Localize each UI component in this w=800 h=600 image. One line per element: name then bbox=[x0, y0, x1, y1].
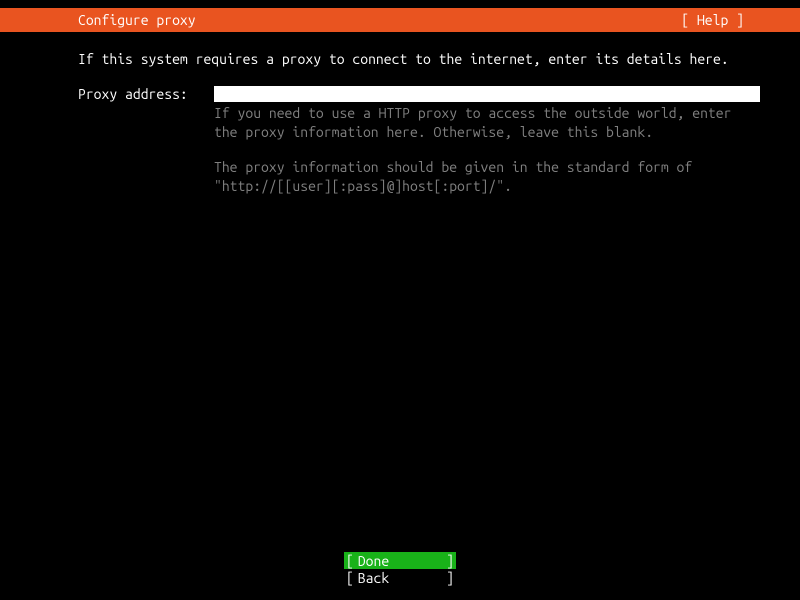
proxy-help-1: If you need to use a HTTP proxy to acces… bbox=[214, 104, 760, 142]
bracket-right-icon: ] bbox=[446, 553, 454, 569]
instruction-text: If this system requires a proxy to conne… bbox=[78, 50, 760, 68]
back-button[interactable]: [ Back ] bbox=[344, 569, 456, 586]
bracket-left-icon: [ bbox=[346, 570, 354, 586]
page-title: Configure proxy bbox=[78, 12, 196, 28]
header-bar: Configure proxy [ Help ] bbox=[0, 8, 800, 32]
proxy-label: Proxy address: bbox=[78, 86, 214, 102]
proxy-help-text: If you need to use a HTTP proxy to acces… bbox=[214, 104, 760, 196]
done-label: Done bbox=[358, 553, 389, 569]
done-button[interactable]: [ Done ] bbox=[344, 552, 456, 569]
footer-buttons: [ Done ] [ Back ] bbox=[0, 552, 800, 586]
proxy-right-column: If you need to use a HTTP proxy to acces… bbox=[214, 86, 760, 196]
top-spacer bbox=[0, 0, 800, 8]
back-label: Back bbox=[358, 570, 389, 586]
proxy-address-input[interactable] bbox=[214, 86, 760, 102]
proxy-form-row: Proxy address: If you need to use a HTTP… bbox=[78, 86, 760, 196]
main-content: If this system requires a proxy to conne… bbox=[0, 32, 800, 196]
bracket-left-icon: [ bbox=[346, 553, 354, 569]
proxy-help-2: The proxy information should be given in… bbox=[214, 158, 760, 196]
bracket-right-icon: ] bbox=[446, 570, 454, 586]
help-button[interactable]: [ Help ] bbox=[681, 12, 792, 28]
